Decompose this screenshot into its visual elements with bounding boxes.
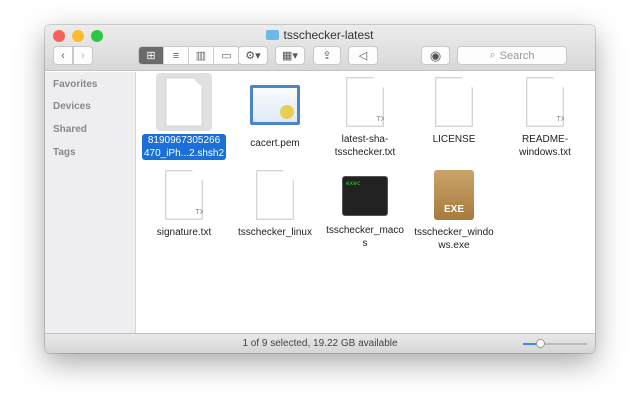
sidebar-favorites[interactable]: Favorites <box>53 79 97 90</box>
file-label: tsschecker_linux <box>238 227 312 238</box>
back-button[interactable]: ‹ <box>53 46 73 65</box>
file-label: 8190967305266 470_iPh...2.shsh2 <box>141 134 227 160</box>
file-label: README-windows.txt <box>519 134 571 158</box>
share-icon: ⇪ <box>322 50 332 62</box>
file-label: latest-sha-tsschecker.txt <box>334 134 396 158</box>
window-title: tsschecker-latest <box>45 28 595 42</box>
file-item[interactable]: cacert.pem <box>230 81 320 151</box>
status-bar: 1 of 9 selected, 19.22 GB available <box>45 333 595 353</box>
sidebar-tags[interactable]: Tags <box>53 147 76 158</box>
file-item[interactable]: 8190967305266 470_iPh...2.shsh2 <box>139 73 229 161</box>
sidebar-devices[interactable]: Devices <box>53 101 91 112</box>
gallery-view-button[interactable]: ▭ <box>214 47 239 64</box>
eye-icon: ◉ <box>429 47 442 63</box>
arrange-button[interactable]: ▦▾ <box>275 46 305 65</box>
grid-icon: ▦▾ <box>282 50 298 62</box>
quick-look-button[interactable]: ◉ <box>421 46 450 65</box>
file-label: LICENSE <box>432 134 476 145</box>
document-icon <box>256 170 294 220</box>
status-text: 1 of 9 selected, 19.22 GB available <box>242 338 398 349</box>
gear-icon: ⚙▾ <box>245 50 261 62</box>
selection-highlight <box>156 73 212 131</box>
folder-icon <box>266 30 280 40</box>
text-document-icon: TXT <box>346 77 384 127</box>
slider-knob[interactable] <box>536 339 545 348</box>
share-button[interactable]: ⇪ <box>313 46 341 65</box>
tag-icon: ◁ <box>358 50 368 62</box>
certificate-icon <box>250 85 300 125</box>
file-item[interactable]: LICENSE <box>409 77 499 147</box>
document-icon <box>435 77 473 127</box>
file-item[interactable]: EXE tsschecker_windo ws.exe <box>409 170 499 253</box>
executable-icon: exec <box>342 176 388 216</box>
text-document-icon: TXT <box>526 77 564 127</box>
finder-window: tsschecker-latest ‹ › ⊞ ≡ ▥ ▭ ⚙▾ ▦▾ ⇪ ◁ … <box>45 25 595 353</box>
file-item[interactable]: TXT README-windows.txt <box>500 77 590 160</box>
title-bar: tsschecker-latest ‹ › ⊞ ≡ ▥ ▭ ⚙▾ ▦▾ ⇪ ◁ … <box>45 25 595 71</box>
view-switcher: ⊞ ≡ ▥ ▭ <box>138 46 240 65</box>
action-gear-button[interactable]: ⚙▾ <box>238 46 268 65</box>
sidebar-shared[interactable]: Shared <box>53 124 87 135</box>
tags-button[interactable]: ◁ <box>348 46 378 65</box>
file-item[interactable]: TXT signature.txt <box>139 170 229 240</box>
file-item[interactable]: tsschecker_linux <box>230 170 320 240</box>
list-view-button[interactable]: ≡ <box>164 47 189 64</box>
file-item[interactable]: exec tsschecker_maco s <box>320 170 410 251</box>
exe-icon: EXE <box>434 170 474 220</box>
icon-size-slider[interactable] <box>523 339 587 348</box>
file-item[interactable]: TXT latest-sha-tsschecker.txt <box>320 77 410 160</box>
sidebar: Favorites Devices Shared Tags <box>45 72 136 333</box>
file-label: cacert.pem <box>250 138 300 149</box>
document-icon <box>165 77 203 127</box>
column-view-button[interactable]: ▥ <box>189 47 214 64</box>
search-icon: ⌕ <box>489 49 496 61</box>
forward-button[interactable]: › <box>73 46 93 65</box>
file-label: tsschecker_maco s <box>326 225 404 249</box>
file-label: signature.txt <box>156 227 212 238</box>
icon-view-button[interactable]: ⊞ <box>139 47 164 64</box>
search-field[interactable]: ⌕ Search <box>457 46 567 65</box>
file-label: tsschecker_windo ws.exe <box>414 227 494 251</box>
text-document-icon: TXT <box>165 170 203 220</box>
